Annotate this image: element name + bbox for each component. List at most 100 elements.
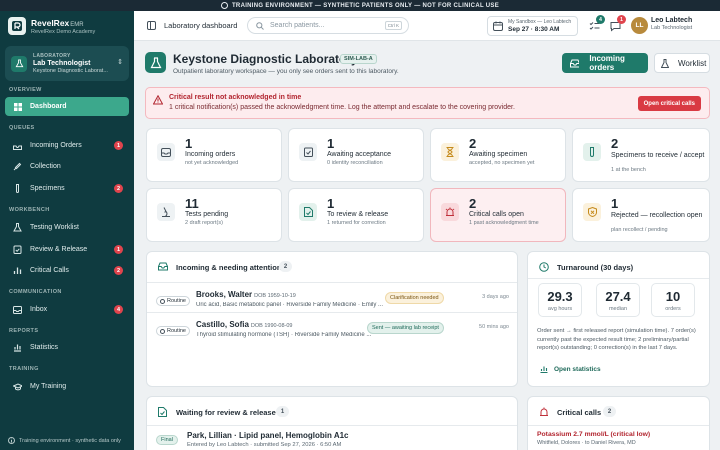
stat-label: Awaiting acceptance [327,151,392,158]
count-badge: 1 [114,141,123,150]
stat-value: 1 [327,196,335,211]
tasks-button[interactable]: 4 [587,15,605,33]
clipboard-check-icon [13,245,22,254]
search-placeholder: Search patients... [270,22,325,29]
stat-label: Critical calls open [469,211,524,218]
order-detail: Thyroid stimulating hormone (TSH) · Rive… [196,332,372,338]
lab-code-tag: SIM-LAB-A [340,54,377,64]
search-input[interactable]: Search patients... Ctrl K [247,17,409,34]
turnaround-stat: 27.4 median [596,283,640,317]
sidebar-item-dashboard[interactable]: Dashboard [5,97,129,116]
sandbox-label: My Sandbox — Leo Labtech [508,19,572,25]
row-time: 3 days ago [482,294,509,300]
document-check-icon [299,203,317,221]
inbox-icon [13,305,22,314]
stat-value: 1 [185,136,193,151]
final-badge: Final [156,435,178,445]
avatar[interactable]: LL [631,17,648,34]
stat-card-critical-calls[interactable]: 2 Critical calls open 1 past acknowledgm… [430,188,566,242]
stat-sub: 1 at the bench [611,167,646,173]
open-statistics-link[interactable]: Open statistics [540,365,601,373]
incoming-orders-button-label: Incoming orders [589,54,625,72]
critical-result[interactable]: Potassium 2.7 mmol/L (critical low) [537,431,650,438]
stat-card-review-release[interactable]: 1 To review & release 1 returned for cor… [288,188,424,242]
sidebar-item-label: Specimens [30,185,65,192]
banner-text: TRAINING ENVIRONMENT — SYNTHETIC PATIENT… [231,2,500,9]
flask-icon [661,58,669,68]
incoming-row[interactable]: Routine Brooks, Walter DOB 1959-10-19 Uri… [147,283,519,312]
stat-card-specimens-to-receive[interactable]: 2 Specimens to receive / accept 1 at the… [572,128,710,182]
nav-section-training: TRAINING [9,366,39,372]
worklist-button-label: Worklist [678,58,707,68]
panel-count: 2 [603,406,616,417]
dashboard-icon [13,102,22,111]
priority-badge: Routine [156,296,190,306]
sidebar-item-critical-calls[interactable]: Critical Calls 2 [5,261,129,280]
lab-switcher[interactable]: LABORATORY Lab Technologist Keystone Dia… [5,46,129,81]
user-menu[interactable]: Leo Labtech Lab Technologist [651,17,692,31]
review-row-sub: Entered by Leo Labtech · submitted Sep 2… [187,442,342,448]
sidebar-toggle-icon[interactable] [147,21,156,30]
top-header: Laboratory dashboard Search patients... … [134,11,720,41]
stat-card-rejected[interactable]: 1 Rejected — recollection open plan reco… [572,188,710,242]
test-tube-icon [583,143,601,161]
inbox-tray-icon [158,262,168,271]
sidebar-item-incoming-orders[interactable]: Incoming Orders 1 [5,136,129,155]
messages-badge: 1 [617,15,626,24]
flask-icon [145,52,166,73]
review-panel: Waiting for review & release 1 Final Par… [146,396,518,450]
stat-sub: 1 past acknowledgment time [469,220,539,226]
stat-sub: plan recollect / pending [611,227,668,233]
page-subtitle: Outpatient laboratory workspace — you on… [173,68,399,75]
sandbox-clock[interactable]: My Sandbox — Leo Labtech Sep 27 · 8:30 A… [487,16,578,36]
graduation-cap-icon [13,382,22,391]
flask-icon [11,55,27,72]
turnaround-value: 29.3 [547,289,573,304]
count-badge: 4 [114,305,123,314]
sidebar-item-my-training[interactable]: My Training [5,377,129,396]
search-icon [256,21,264,30]
nav-section-communication: COMMUNICATION [9,289,62,295]
sidebar-item-inbox[interactable]: Inbox 4 [5,300,129,319]
stat-value: 2 [469,136,477,151]
stat-value: 11 [185,196,199,211]
sidebar-item-label: Collection [30,163,61,170]
chart-icon [540,366,548,373]
count-badge: 2 [114,266,123,275]
turnaround-label: avg hours [547,306,573,312]
messages-button[interactable]: 1 [608,15,626,33]
incoming-row[interactable]: Routine Castillo, Sofia DOB 1990-08-09 Th… [147,313,519,342]
stat-label: To review & release [327,211,389,218]
stat-card-incoming-orders[interactable]: 1 Incoming orders not yet acknowledged [146,128,282,182]
open-critical-calls-button[interactable]: Open critical calls [637,96,701,111]
incoming-panel: Incoming & needing attention 2 Routine B… [146,251,518,387]
shield-x-icon [583,203,601,221]
syringe-icon [13,162,22,171]
stat-card-awaiting-acceptance[interactable]: 1 Awaiting acceptance 0 identity reconci… [288,128,424,182]
sidebar-item-specimens[interactable]: Specimens 2 [5,179,129,198]
stat-label: Specimens to receive / accept [611,152,705,159]
critical-alert: Critical result not acknowledged in time… [145,87,710,119]
inbox-tray-icon [13,141,22,150]
sidebar-item-review-release[interactable]: Review & Release 1 [5,240,129,259]
stat-card-awaiting-specimen[interactable]: 2 Awaiting specimen accepted, no specime… [430,128,566,182]
brand[interactable]: RevelRexEMR RevelRex Demo Academy [8,17,95,35]
turnaround-stat: 10 orders [651,283,695,317]
stat-label: Tests pending [185,211,229,218]
chart-icon [13,343,22,352]
review-row-title[interactable]: Park, Lillian · Lipid panel, Hemoglobin … [187,431,349,440]
incoming-orders-button[interactable]: Incoming orders [562,53,648,73]
panel-count: 2 [279,261,292,272]
worklist-button[interactable]: Worklist [654,53,710,73]
critical-sub: Whitfield, Dolores · to Daniel Rivera, M… [537,440,636,446]
turnaround-note: Order sent → first released report (simu… [537,328,696,351]
clock-icon [539,262,549,272]
panel-count: 1 [276,406,289,417]
sidebar-item-testing-worklist[interactable]: Testing Worklist [5,218,129,237]
nav-section-reports: REPORTS [9,328,39,334]
stat-card-tests-pending[interactable]: 11 Tests pending 2 draft report(s) [146,188,282,242]
sidebar-item-statistics[interactable]: Statistics [5,338,129,357]
nav-section-workbench: WORKBENCH [9,207,50,213]
count-badge: 2 [114,184,123,193]
sidebar-item-collection[interactable]: Collection [5,157,129,176]
